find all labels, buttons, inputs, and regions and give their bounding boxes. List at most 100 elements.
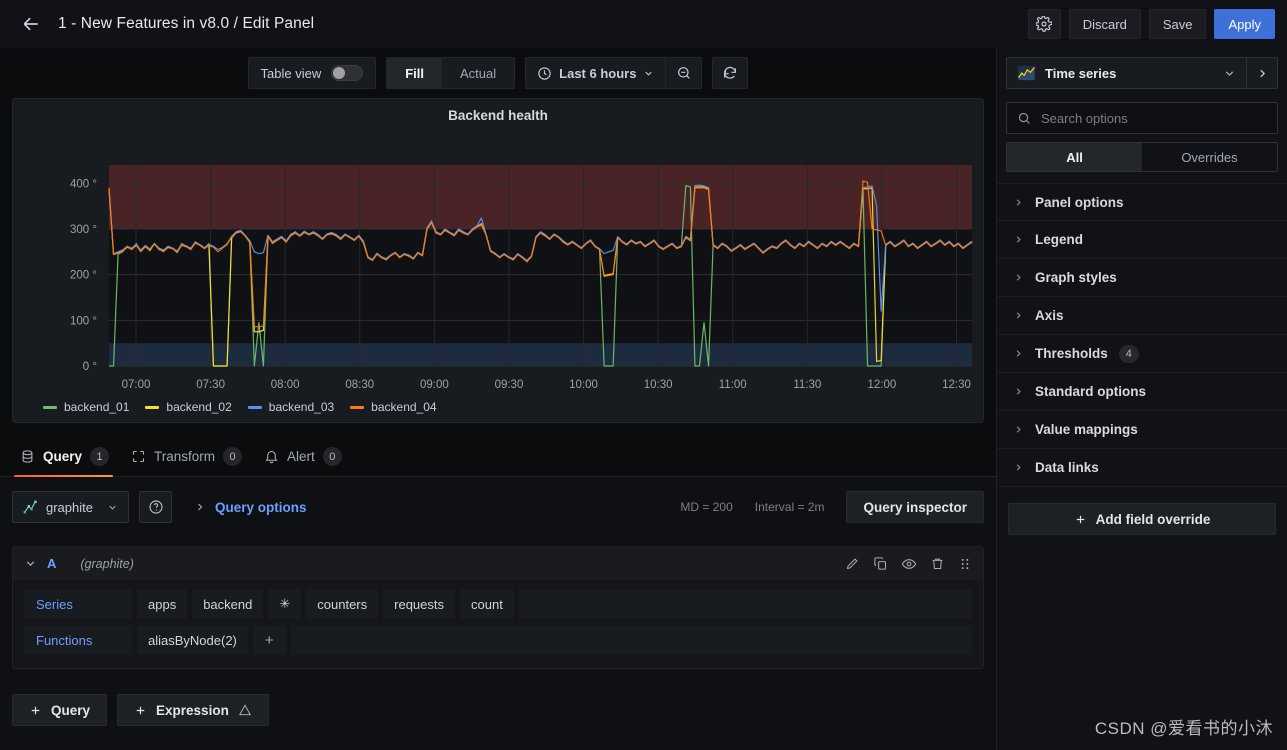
plus-icon [29, 704, 42, 717]
x-axis-tick-label: 12:00 [868, 379, 897, 391]
search-options-input[interactable] [1041, 111, 1267, 126]
back-button[interactable] [14, 7, 48, 41]
eye-icon [901, 556, 917, 572]
query-row-header: A (graphite) [13, 547, 983, 580]
panel-settings-button[interactable] [1028, 9, 1061, 39]
top-bar-actions: Discard Save Apply [1028, 9, 1275, 39]
edit-query-button[interactable] [845, 556, 860, 571]
search-options-box[interactable] [1006, 102, 1278, 134]
options-section-standard-options[interactable]: Standard options [997, 373, 1287, 411]
query-ref-id[interactable]: A [47, 556, 56, 571]
add-expression-button[interactable]: Expression [117, 694, 269, 726]
series-segment[interactable]: count [460, 589, 514, 619]
all-overrides-tabs: AllOverrides [1006, 142, 1278, 172]
zoom-out-button[interactable] [665, 58, 701, 88]
options-section-label: Legend [1035, 232, 1083, 247]
actual-button[interactable]: Actual [442, 58, 514, 88]
graph-canvas[interactable]: 0 °100 °200 °300 °400 °07:0007:3008:0008… [13, 123, 983, 403]
options-section-graph-styles[interactable]: Graph styles [997, 259, 1287, 297]
visualization-picker[interactable]: Time series [1006, 57, 1246, 89]
apply-button[interactable]: Apply [1214, 9, 1275, 39]
table-view-switch[interactable] [331, 65, 363, 81]
tab-label: Query [43, 449, 82, 464]
options-section-axis[interactable]: Axis [997, 297, 1287, 335]
toggle-options-pane-button[interactable] [1246, 57, 1278, 89]
y-axis-tick-label: 300 ° [70, 224, 97, 236]
query-inspector-button[interactable]: Query inspector [846, 491, 984, 523]
query-editor-area: graphite Query options MD = 200 Interval… [0, 477, 996, 750]
y-axis-tick-label: 200 ° [70, 270, 97, 282]
copy-icon [873, 556, 888, 571]
time-series-icon [1017, 65, 1036, 81]
query-datasource-note: (graphite) [80, 557, 134, 571]
x-axis-tick-label: 10:30 [644, 379, 673, 391]
options-section-value-mappings[interactable]: Value mappings [997, 411, 1287, 449]
options-section-label: Panel options [1035, 195, 1124, 210]
duplicate-query-button[interactable] [873, 556, 888, 571]
series-segment[interactable]: requests [383, 589, 455, 619]
options-section-data-links[interactable]: Data links [997, 449, 1287, 487]
tab-alert[interactable]: Alert0 [258, 447, 358, 476]
add-function-button[interactable]: + [253, 625, 286, 655]
graphite-icon [22, 499, 38, 515]
save-button[interactable]: Save [1149, 9, 1207, 39]
chevron-right-icon [1013, 197, 1024, 208]
tab-count-badge: 1 [90, 447, 109, 466]
add-query-button[interactable]: Query [12, 694, 107, 726]
functions-row-filler[interactable] [291, 625, 972, 655]
query-options-toggle[interactable]: Query options [194, 500, 307, 515]
series-segment[interactable]: counters [306, 589, 378, 619]
panel-and-query-column: Table view Fill Actual Last 6 hours [0, 48, 996, 750]
search-options-wrap [997, 98, 1287, 134]
legend-item[interactable]: backend_01 [43, 400, 129, 414]
warning-triangle-icon [238, 703, 252, 717]
fill-button[interactable]: Fill [387, 58, 442, 88]
add-override-wrap: Add field override [997, 487, 1287, 535]
legend-color-swatch [145, 406, 159, 409]
datasource-help-button[interactable] [139, 491, 172, 523]
function-segment[interactable]: aliasByNode(2) [137, 625, 248, 655]
discard-button[interactable]: Discard [1069, 9, 1141, 39]
x-axis-tick-label: 12:30 [942, 379, 971, 391]
drag-handle-icon [958, 557, 972, 571]
options-tab-all[interactable]: All [1007, 143, 1142, 171]
refresh-button[interactable] [712, 57, 748, 89]
tab-transform[interactable]: Transform0 [125, 447, 258, 476]
tab-query[interactable]: Query 1 [14, 447, 125, 476]
legend-color-swatch [350, 406, 364, 409]
options-section-label: Axis [1035, 308, 1064, 323]
table-view-toggle-group[interactable]: Table view [248, 57, 377, 89]
delete-query-button[interactable] [930, 556, 945, 571]
options-section-label: Value mappings [1035, 422, 1138, 437]
panel-toolbar: Table view Fill Actual Last 6 hours [0, 48, 996, 98]
datasource-picker[interactable]: graphite [12, 491, 129, 523]
options-section-panel-options[interactable]: Panel options [997, 183, 1287, 221]
legend-item[interactable]: backend_03 [248, 400, 334, 414]
add-field-override-label: Add field override [1096, 512, 1211, 527]
viz-chevron [1223, 67, 1236, 80]
query-options-label: Query options [215, 500, 307, 515]
options-section-label: Graph styles [1035, 270, 1117, 285]
series-segments: appsbackend✳countersrequestscount [137, 589, 514, 619]
legend-item[interactable]: backend_02 [145, 400, 231, 414]
series-segment[interactable]: apps [137, 589, 187, 619]
series-segment[interactable]: backend [192, 589, 263, 619]
query-row-body: Series appsbackend✳countersrequestscount… [13, 580, 983, 668]
legend-label: backend_02 [166, 400, 231, 414]
options-section-legend[interactable]: Legend [997, 221, 1287, 259]
series-segment[interactable]: ✳ [268, 589, 301, 619]
time-range-picker[interactable]: Last 6 hours [526, 58, 665, 88]
x-axis-tick-label: 11:00 [719, 379, 747, 391]
legend-item[interactable]: backend_04 [350, 400, 436, 414]
time-series-chart: 0 °100 °200 °300 °400 °07:0007:3008:0008… [13, 123, 983, 403]
collapse-query-button[interactable] [24, 557, 37, 570]
add-field-override-button[interactable]: Add field override [1008, 503, 1276, 535]
toggle-query-visibility-button[interactable] [901, 556, 917, 572]
drag-query-handle[interactable] [958, 557, 972, 571]
time-range-label: Last 6 hours [559, 66, 636, 81]
table-view-label: Table view [261, 66, 322, 81]
options-section-thresholds[interactable]: Thresholds4 [997, 335, 1287, 373]
options-tab-overrides[interactable]: Overrides [1142, 143, 1277, 171]
series-row-filler[interactable] [519, 589, 972, 619]
legend-label: backend_04 [371, 400, 436, 414]
